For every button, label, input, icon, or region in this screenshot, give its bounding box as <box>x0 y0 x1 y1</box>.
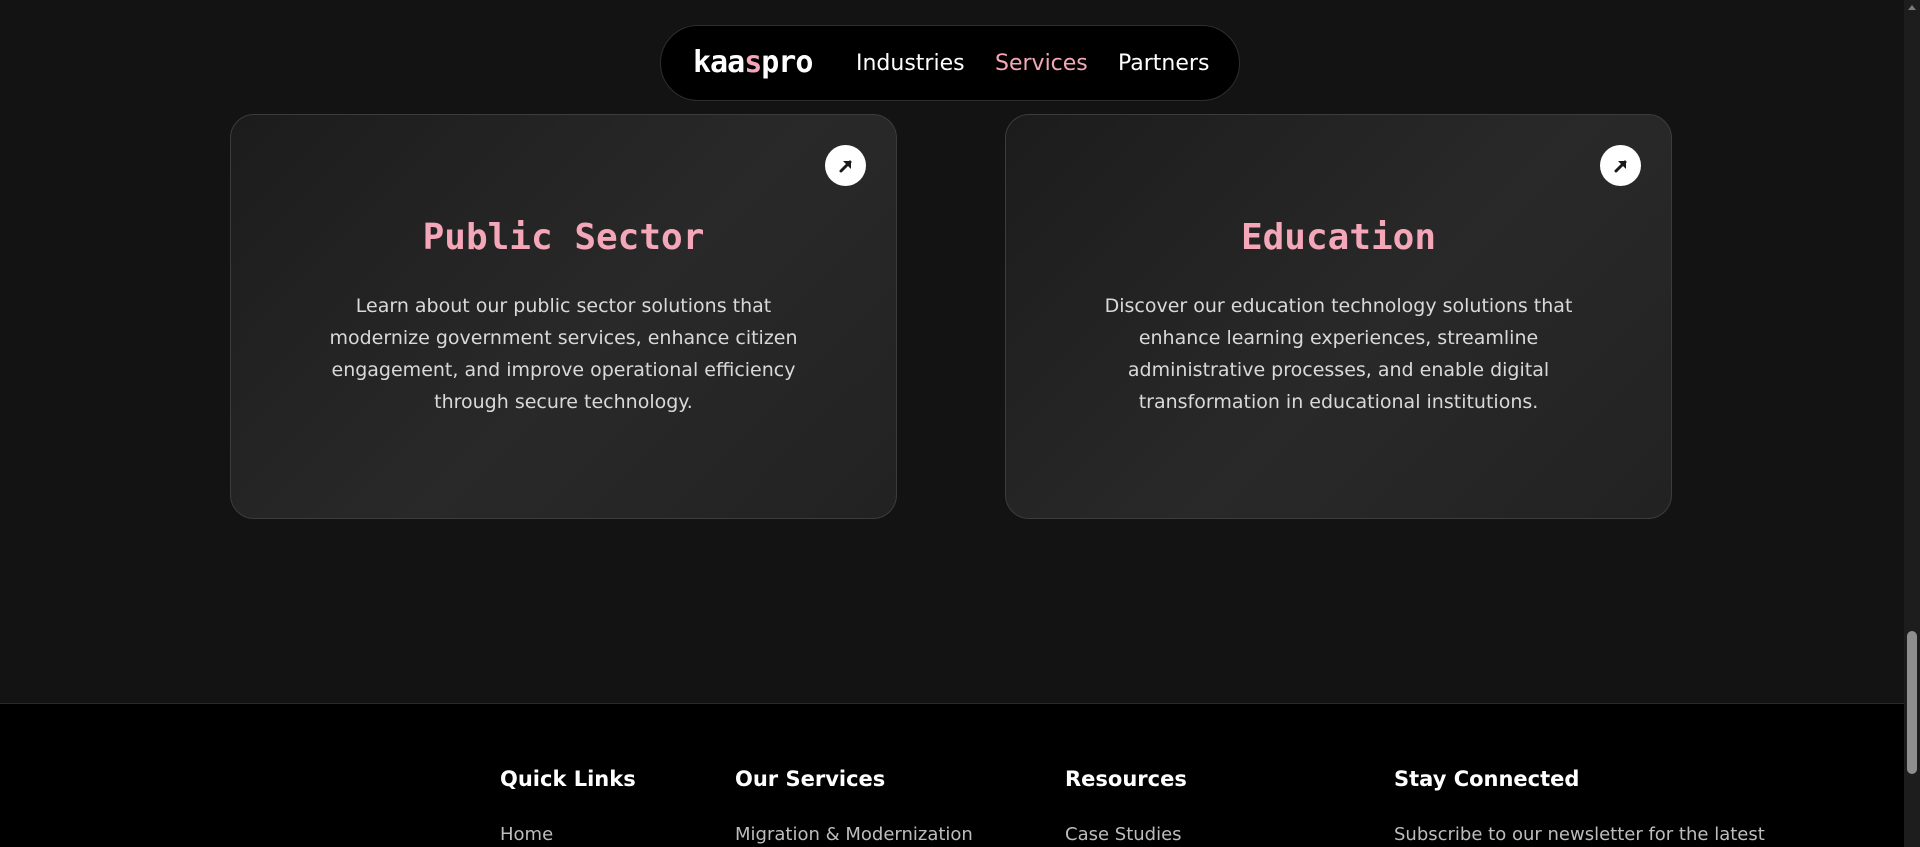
card-title: Education <box>1240 217 1437 258</box>
card-education[interactable]: Education Discover our education technol… <box>1005 114 1672 519</box>
footer-heading: Our Services <box>735 767 886 791</box>
footer-link-case-studies[interactable]: Case Studies <box>1065 824 1182 845</box>
footer-heading: Stay Connected <box>1394 767 1580 791</box>
logo-prefix: kaa <box>693 45 745 80</box>
nav-link-industries[interactable]: Industries <box>856 51 965 76</box>
footer-link-migration[interactable]: Migration & Modernization <box>735 824 973 845</box>
scroll-thumb[interactable] <box>1907 631 1917 774</box>
vertical-scrollbar[interactable] <box>1904 0 1920 847</box>
card-description: Discover our education technology soluti… <box>1104 295 1573 413</box>
newsletter-text: Subscribe to our newsletter for the late… <box>1394 824 1765 845</box>
logo-accent: s <box>744 45 762 80</box>
card-description: Learn about our public sector solutions … <box>329 295 798 413</box>
logo-suffix: pro <box>761 45 813 80</box>
nav-link-partners[interactable]: Partners <box>1118 51 1209 76</box>
arrow-up-right-icon[interactable] <box>1600 145 1641 186</box>
scroll-up-arrow-icon[interactable] <box>1908 5 1916 10</box>
footer-heading: Resources <box>1065 767 1187 791</box>
arrow-up-right-icon[interactable] <box>825 145 866 186</box>
page: kaaspro Industries Services Partners Pub… <box>0 0 1920 847</box>
top-navbar: kaaspro Industries Services Partners <box>660 25 1240 101</box>
card-public-sector[interactable]: Public Sector Learn about our public sec… <box>230 114 897 519</box>
footer-link-home[interactable]: Home <box>500 824 553 845</box>
card-title: Public Sector <box>422 217 705 258</box>
kaaspro-logo[interactable]: kaaspro <box>693 45 813 80</box>
footer-heading: Quick Links <box>500 767 636 791</box>
nav-link-services[interactable]: Services <box>995 51 1088 76</box>
site-footer: Quick Links Home Our Services Migration … <box>0 703 1904 847</box>
